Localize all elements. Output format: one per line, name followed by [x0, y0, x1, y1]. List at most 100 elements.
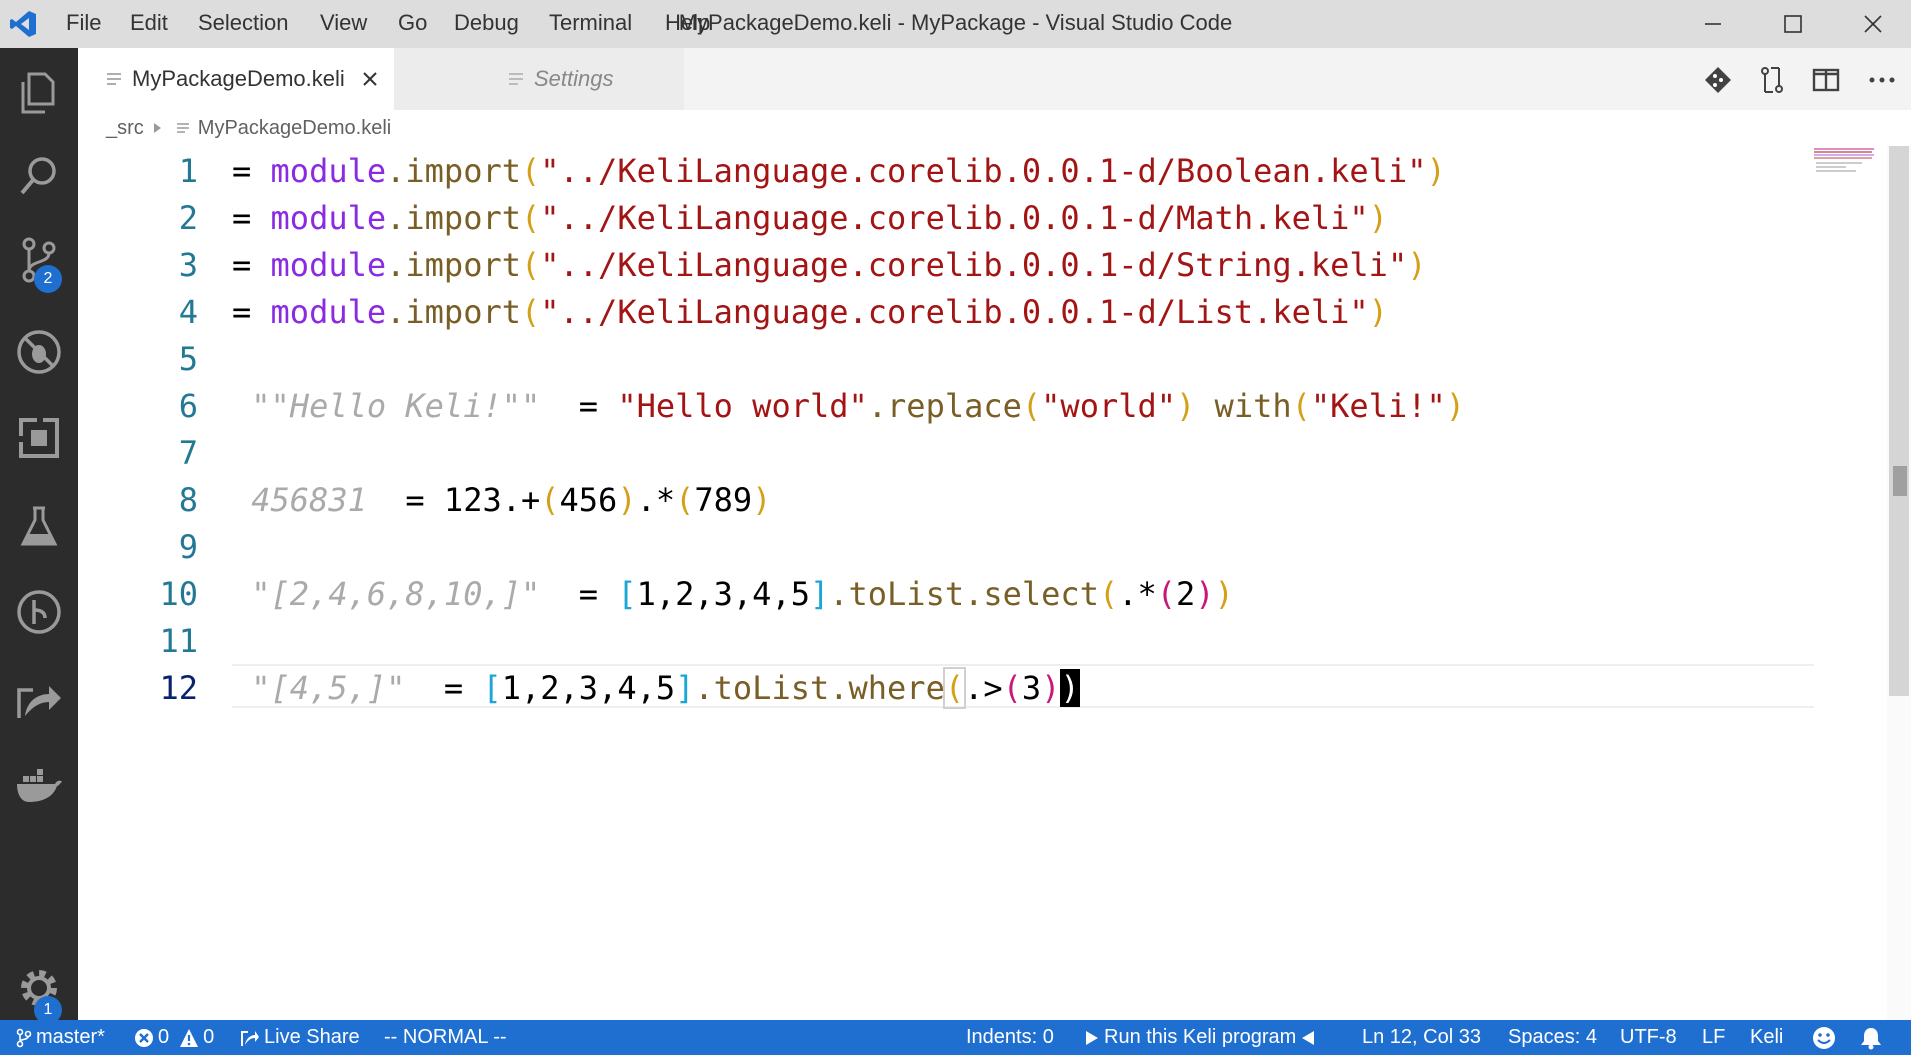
code-token: ) [617, 481, 637, 519]
git-graph-icon[interactable] [0, 572, 78, 652]
code-token: = [232, 152, 271, 190]
code-editor[interactable]: = module.import("../KeliLanguage.corelib… [232, 148, 1812, 712]
code-token: ( [1291, 387, 1311, 425]
code-token: ( [1002, 669, 1022, 707]
eol-status[interactable]: LF [1702, 1020, 1725, 1055]
maximize-icon [1784, 15, 1802, 33]
menu-view[interactable]: View [320, 0, 367, 48]
open-changes-icon[interactable] [1704, 66, 1732, 99]
menu-edit[interactable]: Edit [130, 0, 168, 48]
code-token: "Hello world" [617, 387, 868, 425]
live-share-icon [241, 1030, 259, 1046]
problems-status[interactable]: 0 0 [134, 1020, 214, 1055]
line-number: 8 [178, 481, 198, 519]
code-token: ) [1195, 575, 1215, 613]
code-token: 789 [694, 481, 753, 519]
breadcrumb-folder[interactable]: _src [106, 117, 144, 140]
code-token: = [232, 199, 271, 237]
menu-file[interactable]: File [66, 0, 101, 48]
code-token: .import [386, 199, 521, 237]
docker-icon[interactable] [0, 746, 78, 826]
tab-label: MyPackageDemo.keli [132, 66, 345, 91]
code-line[interactable]: = module.import("../KeliLanguage.corelib… [232, 242, 1812, 289]
code-token: "../KeliLanguage.corelib.0.0.1-d/Boolean… [540, 152, 1427, 190]
branch-name: master* [36, 1026, 105, 1048]
code-token: module [270, 293, 387, 331]
line-number: 9 [178, 528, 198, 566]
code-token: ) [1060, 669, 1080, 707]
code-line[interactable]: = module.import("../KeliLanguage.corelib… [232, 289, 1812, 336]
code-token: ) [1041, 669, 1061, 707]
close-tab-icon[interactable] [363, 72, 377, 86]
branch-status[interactable]: master* [16, 1020, 105, 1055]
tab-settings[interactable]: Settings [394, 48, 684, 110]
run-program-button[interactable]: Run this Keli program [1084, 1020, 1316, 1055]
code-line[interactable]: = module.import("../KeliLanguage.corelib… [232, 195, 1812, 242]
code-token: = [559, 387, 618, 425]
debug-icon[interactable] [0, 312, 78, 392]
menu-terminal[interactable]: Terminal [549, 0, 632, 48]
live-share-icon[interactable] [0, 660, 78, 740]
minimize-button[interactable] [1678, 0, 1748, 48]
spaces-status[interactable]: Spaces: 4 [1508, 1020, 1597, 1055]
code-token: .replace [867, 387, 1022, 425]
feedback-smiley-icon[interactable] [1812, 1020, 1836, 1055]
warning-count: 0 [203, 1026, 215, 1048]
tab-mypackagedemo[interactable]: MyPackageDemo.keli [78, 48, 394, 110]
code-token: .> [964, 669, 1003, 707]
close-icon [1864, 15, 1882, 33]
code-line[interactable]: "[4,5,]" = [1,2,3,4,5].toList.where(.>(3… [232, 665, 1812, 712]
breadcrumb-file[interactable]: MyPackageDemo.keli [198, 117, 391, 140]
vscode-icon[interactable] [8, 9, 38, 39]
code-line[interactable]: ""Hello Keli!"" = "Hello world".replace(… [232, 383, 1812, 430]
code-token: module [270, 199, 387, 237]
explorer-icon[interactable] [0, 52, 78, 132]
line-number: 7 [178, 434, 198, 472]
compare-changes-icon[interactable] [1758, 66, 1786, 99]
cursor-position[interactable]: Ln 12, Col 33 [1362, 1020, 1481, 1055]
vertical-scrollbar[interactable] [1887, 146, 1911, 1020]
menu-help[interactable]: Help [665, 0, 710, 48]
search-icon[interactable] [0, 136, 78, 216]
notifications-bell-icon[interactable] [1860, 1020, 1882, 1055]
code-line[interactable]: "[2,4,6,8,10,]" = [1,2,3,4,5].toList.sel… [232, 571, 1812, 618]
run-label: Run this Keli program [1104, 1026, 1297, 1048]
code-token: ) [752, 481, 772, 519]
settings-gear-icon[interactable]: 1 [0, 948, 78, 1028]
code-token: ( [942, 667, 967, 709]
indents-status[interactable]: Indents: 0 [966, 1020, 1054, 1055]
code-token: .import [386, 246, 521, 284]
code-token: [ [482, 669, 502, 707]
menu-selection[interactable]: Selection [198, 0, 289, 48]
file-lines-icon [107, 73, 121, 85]
source-control-icon[interactable]: 2 [0, 220, 78, 300]
code-line[interactable] [232, 524, 1812, 571]
line-number: 11 [159, 622, 198, 660]
code-token: "[4,5,]" [232, 669, 425, 707]
code-line[interactable] [232, 430, 1812, 477]
code-line[interactable] [232, 618, 1812, 665]
code-line[interactable]: = module.import("../KeliLanguage.corelib… [232, 148, 1812, 195]
maximize-button[interactable] [1758, 0, 1828, 48]
more-actions-icon[interactable] [1868, 66, 1896, 99]
extensions-icon[interactable] [0, 398, 78, 478]
minimap[interactable] [1812, 146, 1886, 176]
split-editor-icon[interactable] [1812, 66, 1840, 99]
encoding-status[interactable]: UTF-8 [1620, 1020, 1677, 1055]
live-share-status[interactable]: Live Share [240, 1020, 360, 1055]
menu-debug[interactable]: Debug [454, 0, 519, 48]
test-icon[interactable] [0, 486, 78, 566]
code-token: 2 [1176, 575, 1196, 613]
minimize-icon [1705, 23, 1721, 25]
code-token: = [232, 246, 271, 284]
code-token: with [1195, 387, 1292, 425]
close-window-button[interactable] [1838, 0, 1908, 48]
language-mode[interactable]: Keli [1750, 1020, 1783, 1055]
menu-go[interactable]: Go [398, 0, 427, 48]
scm-badge: 2 [34, 265, 62, 293]
scrollbar-thumb[interactable] [1889, 146, 1909, 696]
code-line[interactable]: 456831 = 123.+(456).*(789) [232, 477, 1812, 524]
code-token: 123.+ [443, 481, 541, 519]
code-line[interactable] [232, 336, 1812, 383]
code-token: .import [386, 152, 521, 190]
